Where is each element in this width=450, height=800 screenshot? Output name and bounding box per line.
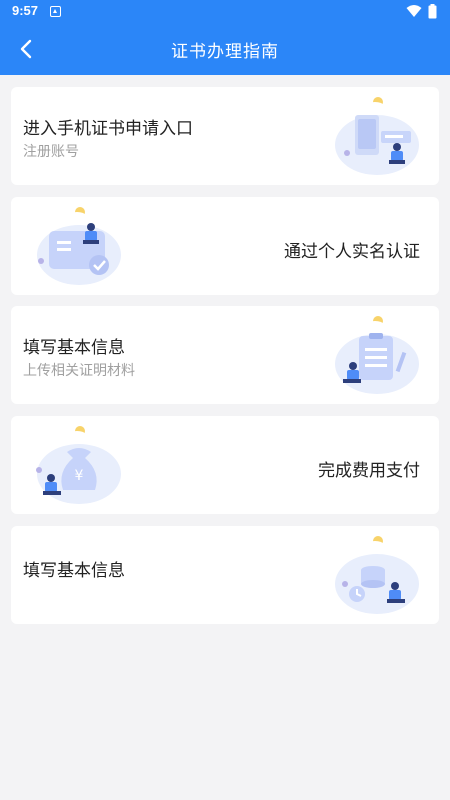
wifi-icon — [406, 5, 422, 17]
status-time: 9:57 — [12, 3, 39, 18]
step-title: 进入手机证书申请入口 — [23, 119, 193, 139]
step-title: 填写基本信息 — [23, 561, 125, 581]
step-card-basic-info[interactable]: 填写基本信息 — [11, 526, 439, 624]
clipboard-form-illustration — [335, 316, 419, 394]
app-bar: 9:57 证书办理指南 — [0, 0, 450, 75]
phone-register-illustration — [335, 97, 419, 175]
money-bag-illustration: ¥ — [36, 426, 121, 504]
notification-icon — [50, 6, 61, 17]
step-title: 完成费用支付 — [318, 461, 420, 481]
step-title: 填写基本信息 — [23, 338, 125, 358]
step-subtitle: 上传相关证明材料 — [23, 363, 135, 379]
coins-clock-illustration — [335, 536, 419, 614]
step-title: 通过个人实名认证 — [284, 242, 420, 262]
step-card-register[interactable]: 进入手机证书申请入口 注册账号 — [11, 87, 439, 185]
battery-icon — [428, 4, 437, 19]
svg-text:¥: ¥ — [75, 468, 84, 484]
step-card-payment[interactable]: 完成费用支付 ¥ — [11, 416, 439, 514]
id-card-verify-illustration — [37, 207, 121, 285]
step-card-realname[interactable]: 通过个人实名认证 — [11, 197, 439, 295]
status-bar: 9:57 — [0, 0, 450, 24]
page-title: 证书办理指南 — [171, 42, 279, 62]
step-card-fill-info[interactable]: 填写基本信息 上传相关证明材料 — [11, 306, 439, 404]
step-subtitle: 注册账号 — [23, 144, 79, 160]
